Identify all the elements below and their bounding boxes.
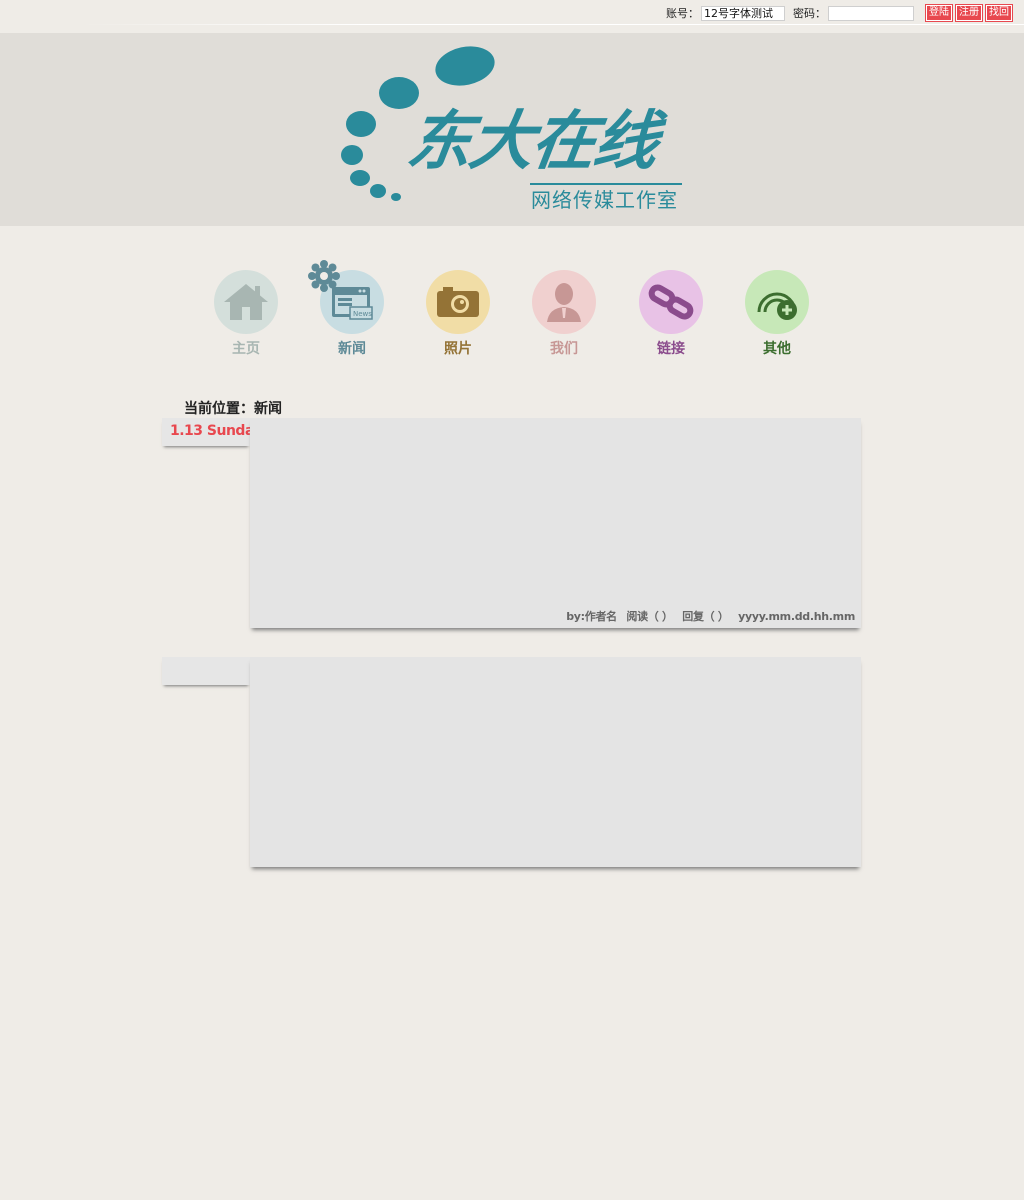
nav-label-home: 主页 [232, 341, 260, 357]
login-bar: 账号： 密码： 登陆 注册 找回 [0, 0, 1024, 28]
top-divider [80, 24, 1024, 25]
nav-label-news: 新闻 [338, 341, 366, 357]
password-input[interactable] [828, 5, 914, 21]
news-replies[interactable]: 回复（ ） [682, 610, 729, 623]
nav-label-about: 我们 [550, 341, 578, 357]
news-date-tab [162, 657, 250, 685]
person-icon [532, 270, 596, 334]
login-button[interactable]: 登陆 [926, 5, 952, 21]
news-reads: 阅读（ ） [626, 610, 673, 623]
gear-icon [308, 260, 340, 292]
news-card[interactable]: by:作者名 阅读（ ） 回复（ ） yyyy.mm.dd.hh.mm [250, 418, 861, 628]
nav-label-links: 链接 [657, 341, 685, 357]
news-date-tab: 1.13 Sunday [162, 418, 263, 446]
main-nav: 主页 News 新闻 照片 我们 链接 其他 [200, 260, 830, 372]
register-button[interactable]: 注册 [956, 5, 982, 21]
camera-icon [426, 270, 490, 334]
news-card[interactable] [250, 657, 861, 867]
recover-button[interactable]: 找回 [986, 5, 1012, 21]
home-icon [214, 270, 278, 334]
logo-underline [530, 183, 682, 185]
svg-text:News: News [353, 310, 372, 318]
add-icon [745, 270, 809, 334]
news-meta [831, 850, 855, 863]
nav-item-about[interactable]: 我们 [524, 270, 604, 358]
nav-item-home[interactable]: 主页 [206, 270, 286, 358]
news-time: yyyy.mm.dd.hh.mm [738, 610, 855, 623]
nav-label-other: 其他 [763, 341, 791, 357]
nav-item-news[interactable]: News 新闻 [308, 260, 392, 358]
link-icon [639, 270, 703, 334]
nav-item-other[interactable]: 其他 [737, 270, 817, 358]
account-input[interactable] [701, 5, 785, 21]
news-meta: by:作者名 阅读（ ） 回复（ ） yyyy.mm.dd.hh.mm [560, 608, 855, 624]
news-author[interactable]: by:作者名 [566, 610, 617, 623]
logo-title: 东大在线 [402, 105, 662, 179]
account-label: 账号： [666, 7, 699, 20]
logo-subtitle: 网络传媒工作室 [531, 188, 678, 212]
breadcrumb: 当前位置：新闻 [184, 401, 282, 417]
password-label: 密码： [793, 7, 826, 20]
nav-item-links[interactable]: 链接 [631, 270, 711, 358]
nav-item-photos[interactable]: 照片 [418, 270, 498, 358]
login-form: 账号： 密码： 登陆 注册 找回 [666, 4, 1012, 22]
nav-label-photos: 照片 [444, 341, 472, 357]
news-date: 1.13 Sunday [170, 423, 263, 439]
